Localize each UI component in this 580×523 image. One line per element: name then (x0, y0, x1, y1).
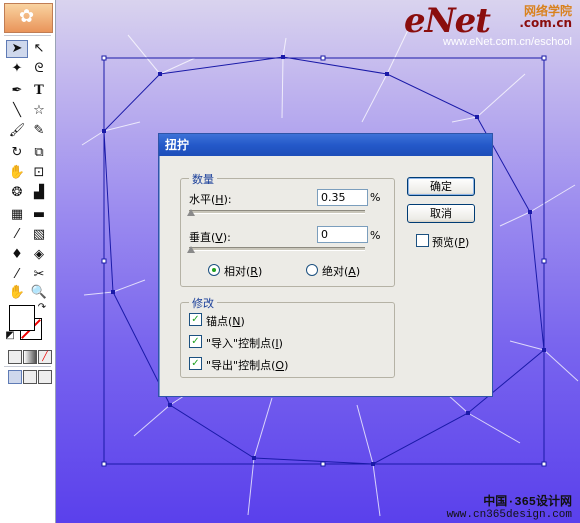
vertical-slider-thumb[interactable] (187, 246, 195, 253)
tools-panel: ➤ ↖ ✦ ᘓ ✒ T ╲ ☆ 🖌 ✎ ↻ ⧉ ✋ ⊡ ❂ ▟ ▦ ▬ ⁄ ▧ … (0, 0, 56, 523)
app-logo-icon (4, 3, 53, 33)
horizontal-label: 水平(H): (189, 193, 232, 206)
pencil-tool-icon[interactable]: ✎ (28, 122, 50, 140)
toolbox-divider (4, 366, 51, 367)
eyedropper-tool-icon[interactable]: ⁄ (6, 226, 28, 244)
cancel-button[interactable]: 取消 (407, 204, 475, 223)
hand-tool-icon[interactable]: ✋ (6, 284, 28, 302)
direct-selection-tool-icon[interactable]: ↖ (28, 40, 50, 58)
toolbox-divider (4, 35, 51, 36)
horizontal-slider[interactable] (189, 210, 365, 214)
live-paint-tool-icon[interactable]: ♦ (6, 246, 28, 264)
bottom-watermark: 中国·365设计网 www.cn365design.com (447, 492, 572, 521)
vertical-slider[interactable] (189, 247, 365, 251)
swap-colors-icon[interactable]: ↷ (36, 302, 48, 314)
export-handles-label: "导出"控制点(O) (206, 359, 289, 372)
blend-tool-icon[interactable]: ▧ (28, 226, 50, 244)
gradient-mode-icon[interactable] (23, 350, 37, 364)
horizontal-input[interactable]: 0.35 (317, 189, 368, 206)
preview-checkbox[interactable] (416, 234, 429, 247)
column-graph-tool-icon[interactable]: ▟ (28, 184, 50, 202)
horizontal-percent: % (370, 191, 381, 204)
amount-group-legend: 数量 (189, 171, 217, 187)
zoom-tool-icon[interactable]: 🔍 (28, 284, 50, 302)
watermark-url: www.eNet.com.cn/eschool (443, 36, 572, 48)
vertical-input[interactable]: 0 (317, 226, 368, 243)
pen-tool-icon[interactable]: ✒ (6, 82, 28, 100)
slice-tool-icon[interactable]: ⁄ (6, 266, 28, 284)
relative-label: 相对(R) (224, 265, 263, 278)
dialog-title: 扭拧 (159, 134, 492, 156)
type-tool-icon[interactable]: T (28, 82, 50, 100)
anchor-label: 锚点(N) (206, 315, 245, 328)
full-screen-mode-icon[interactable] (38, 370, 52, 384)
full-screen-menu-mode-icon[interactable] (23, 370, 37, 384)
lasso-tool-icon[interactable]: ᘓ (28, 60, 50, 78)
gradient-tool-icon[interactable]: ▬ (28, 206, 50, 224)
brand-domain: .com.cn (519, 16, 572, 30)
vertical-label: 垂直(V): (189, 231, 231, 244)
free-transform-tool-icon[interactable]: ⊡ (28, 164, 50, 182)
absolute-label: 绝对(A) (322, 265, 361, 278)
symbol-sprayer-tool-icon[interactable]: ❂ (6, 184, 28, 202)
color-mode-icon[interactable] (8, 350, 22, 364)
horizontal-slider-thumb[interactable] (187, 209, 195, 216)
import-handles-checkbox[interactable]: ✓ (189, 335, 202, 348)
magic-wand-tool-icon[interactable]: ✦ (6, 60, 28, 78)
relative-radio[interactable] (208, 264, 220, 276)
star-tool-icon[interactable]: ☆ (28, 102, 50, 120)
bottom-watermark-cn: 中国·365设计网 (483, 495, 572, 509)
preview-label: 预览(P) (432, 236, 470, 249)
bottom-watermark-url: www.cn365design.com (446, 509, 572, 521)
none-mode-icon[interactable]: ╱ (38, 350, 52, 364)
default-colors-icon[interactable]: ◩ (4, 330, 16, 342)
twist-dialog: 扭拧 数量 水平(H): 0.35 % 垂直(V): 0 % 相对(R) 绝对(… (158, 133, 493, 397)
absolute-radio[interactable] (306, 264, 318, 276)
line-tool-icon[interactable]: ╲ (6, 102, 28, 120)
scissors-tool-icon[interactable]: ✂ (28, 266, 50, 284)
selection-tool-icon[interactable]: ➤ (6, 40, 28, 58)
brand-e: e (403, 1, 426, 41)
export-handles-checkbox[interactable]: ✓ (189, 357, 202, 370)
import-handles-label: "导入"控制点(I) (206, 337, 283, 350)
scale-tool-icon[interactable]: ⧉ (28, 144, 50, 162)
ok-button[interactable]: 确定 (407, 177, 475, 196)
standard-screen-mode-icon[interactable] (8, 370, 22, 384)
vertical-percent: % (370, 229, 381, 242)
paintbrush-tool-icon[interactable]: 🖌 (6, 122, 28, 140)
warp-tool-icon[interactable]: ✋ (6, 164, 28, 182)
modify-group-legend: 修改 (189, 295, 217, 311)
enet-logo: eNet 网络学院 .com.cn (404, 2, 572, 40)
fill-color-swatch[interactable] (9, 305, 35, 331)
mesh-tool-icon[interactable]: ▦ (6, 206, 28, 224)
live-paint-selection-tool-icon[interactable]: ◈ (28, 246, 50, 264)
anchor-checkbox[interactable]: ✓ (189, 313, 202, 326)
rotate-tool-icon[interactable]: ↻ (6, 144, 28, 162)
